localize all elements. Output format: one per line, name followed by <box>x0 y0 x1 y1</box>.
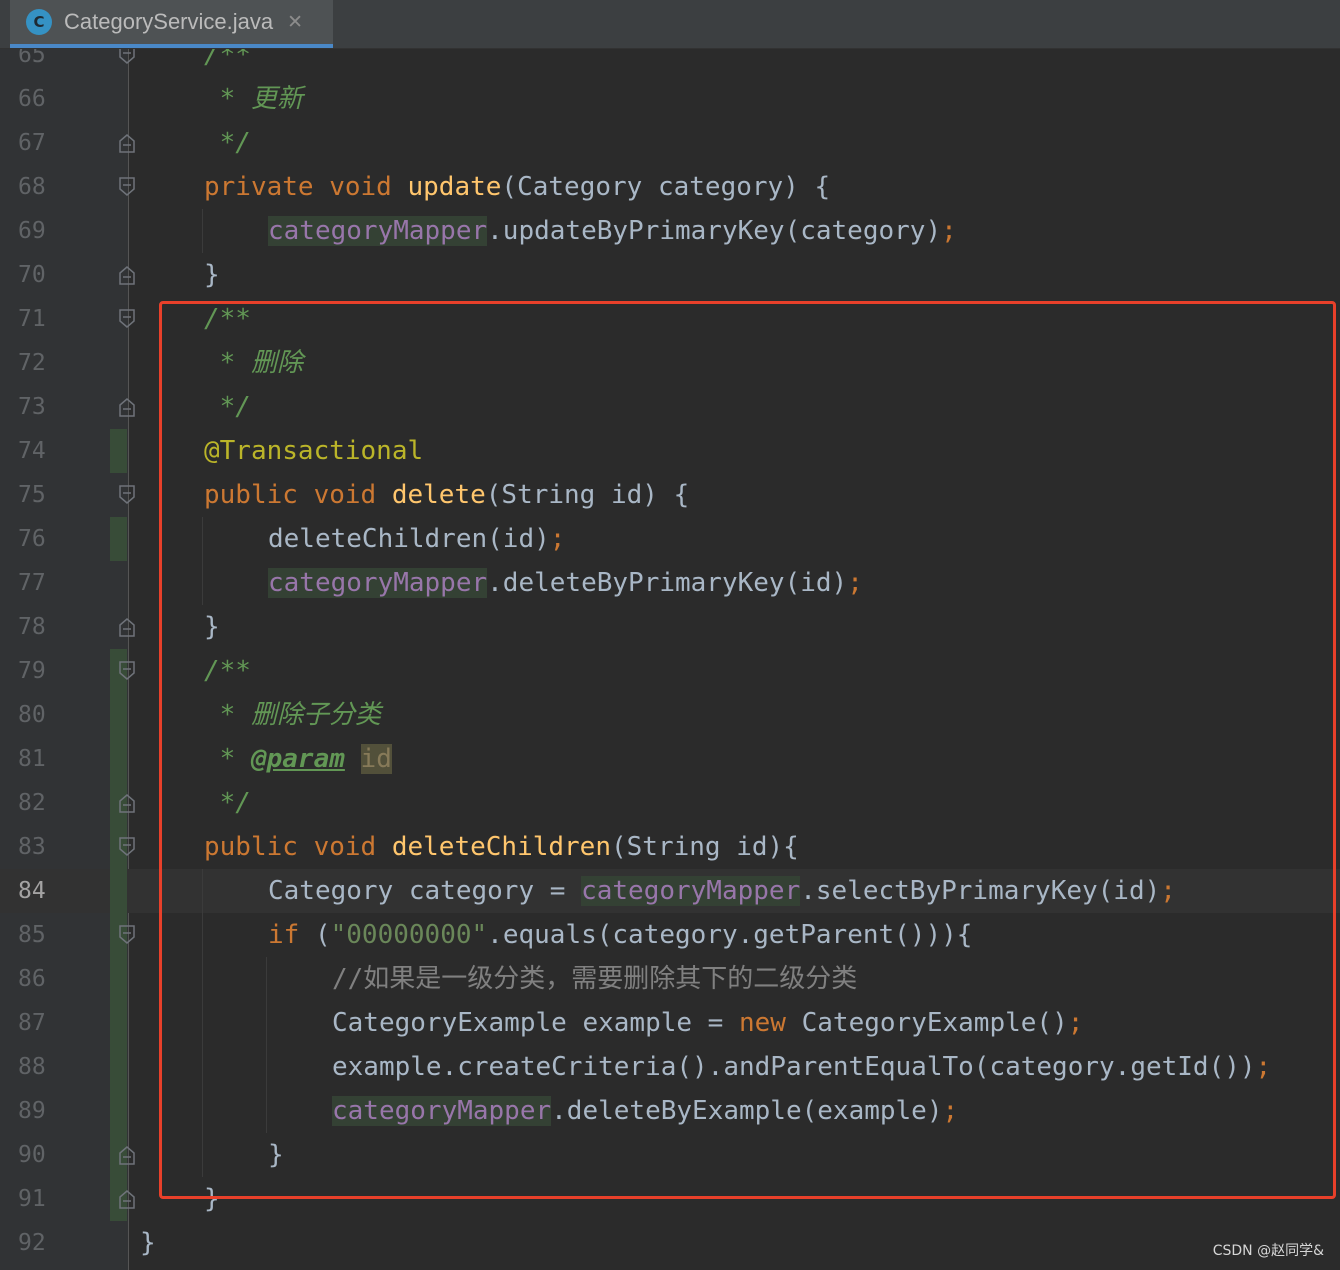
line-number: 89 <box>18 1098 46 1124</box>
code-line[interactable]: 65 /** <box>0 49 1340 77</box>
code-token: (Category category) { <box>501 172 831 202</box>
code-text: * 更新 <box>204 77 303 121</box>
java-class-icon: C <box>26 9 52 35</box>
vcs-change-marker[interactable] <box>110 1045 127 1089</box>
line-number: 70 <box>18 262 46 288</box>
line-number: 76 <box>18 526 46 552</box>
vcs-change-marker[interactable] <box>110 869 127 913</box>
line-number: 86 <box>18 966 46 992</box>
file-tab-label: CategoryService.java <box>64 9 274 34</box>
code-text: } <box>204 253 220 297</box>
code-token: ; <box>941 216 957 246</box>
code-token: private void <box>204 172 408 202</box>
indent-guide <box>202 209 203 253</box>
code-token: categoryMapper <box>268 216 488 246</box>
fold-end-icon[interactable] <box>119 1145 135 1165</box>
watermark: CSDN @赵同学& <box>1212 1243 1324 1259</box>
code-text: */ <box>204 121 251 165</box>
fold-end-icon[interactable] <box>119 793 135 813</box>
line-number: 88 <box>18 1054 46 1080</box>
line-number: 82 <box>18 790 46 816</box>
code-token: } <box>140 1228 156 1258</box>
vcs-change-marker[interactable] <box>110 693 127 737</box>
vcs-change-marker[interactable] <box>110 737 127 781</box>
line-number: 78 <box>18 614 46 640</box>
line-number: 92 <box>18 1230 46 1256</box>
code-text: private void update(Category category) { <box>204 165 830 209</box>
file-tab[interactable]: C CategoryService.java ✕ <box>10 0 333 48</box>
vcs-change-marker[interactable] <box>110 429 127 473</box>
line-number: 80 <box>18 702 46 728</box>
fold-open-icon[interactable] <box>119 49 135 65</box>
code-token: .updateByPrimaryKey(category) <box>487 216 942 246</box>
fold-end-icon[interactable] <box>119 397 135 417</box>
fold-end-icon[interactable] <box>119 133 135 153</box>
vcs-change-marker[interactable] <box>110 1089 127 1133</box>
vcs-change-marker[interactable] <box>110 517 127 561</box>
line-number: 85 <box>18 922 46 948</box>
code-token: */ <box>204 128 251 158</box>
code-line[interactable]: 66 * 更新 <box>0 77 1340 121</box>
editor-tab-bar: C CategoryService.java ✕ <box>0 0 1340 49</box>
line-number: 87 <box>18 1010 46 1036</box>
code-line[interactable]: 69 categoryMapper.updateByPrimaryKey(cate… <box>0 209 1340 253</box>
code-token: /** <box>204 49 251 70</box>
annotation-highlight-box <box>159 301 1336 1199</box>
code-line[interactable]: 92} <box>0 1221 1340 1265</box>
line-number: 90 <box>18 1142 46 1168</box>
code-token: } <box>204 260 220 290</box>
code-token: update <box>407 172 502 202</box>
code-text: /** <box>204 49 251 77</box>
line-number: 69 <box>18 218 46 244</box>
line-number: 77 <box>18 570 46 596</box>
line-number: 91 <box>18 1186 46 1212</box>
fold-open-icon[interactable] <box>119 485 135 505</box>
fold-end-icon[interactable] <box>119 617 135 637</box>
line-number: 65 <box>18 49 46 68</box>
line-number: 83 <box>18 834 46 860</box>
vcs-change-marker[interactable] <box>110 957 127 1001</box>
line-number: 67 <box>18 130 46 156</box>
line-number: 68 <box>18 174 46 200</box>
fold-open-icon[interactable] <box>119 661 135 681</box>
code-line[interactable]: 67 */ <box>0 121 1340 165</box>
code-text: } <box>140 1221 156 1265</box>
line-number: 73 <box>18 394 46 420</box>
line-number: 81 <box>18 746 46 772</box>
line-number: 75 <box>18 482 46 508</box>
vcs-change-marker[interactable] <box>110 1001 127 1045</box>
line-number: 79 <box>18 658 46 684</box>
fold-end-icon[interactable] <box>119 1189 135 1209</box>
fold-end-icon[interactable] <box>119 265 135 285</box>
line-number: 66 <box>18 86 46 112</box>
line-number: 84 <box>18 878 46 904</box>
fold-open-icon[interactable] <box>119 837 135 857</box>
line-number: 71 <box>18 306 46 332</box>
line-number: 72 <box>18 350 46 376</box>
code-line[interactable]: 68 private void update(Category category)… <box>0 165 1340 209</box>
code-text: categoryMapper.updateByPrimaryKey(catego… <box>268 209 957 253</box>
line-number: 74 <box>18 438 46 464</box>
close-tab-icon[interactable]: ✕ <box>287 11 303 33</box>
fold-open-icon[interactable] <box>119 309 135 329</box>
code-line[interactable]: 70} <box>0 253 1340 297</box>
fold-open-icon[interactable] <box>119 177 135 197</box>
fold-open-icon[interactable] <box>119 925 135 945</box>
code-token: * 更新 <box>204 84 303 114</box>
